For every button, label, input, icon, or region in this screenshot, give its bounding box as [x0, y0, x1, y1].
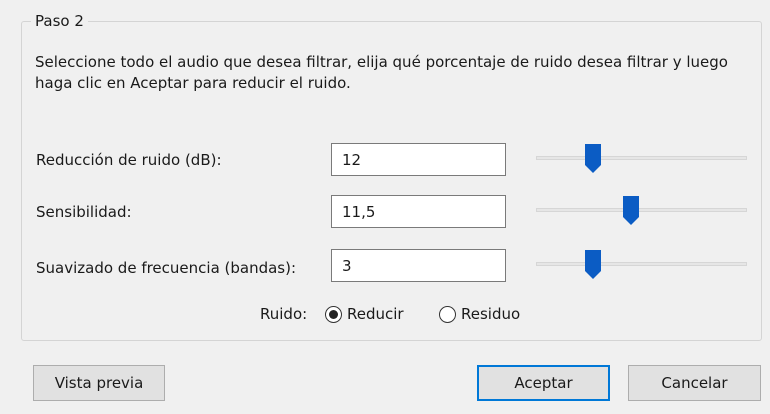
frequency-smoothing-input[interactable]	[331, 249, 506, 282]
cancel-button[interactable]: Cancelar	[628, 365, 761, 401]
instructions-text: Seleccione todo el audio que desea filtr…	[35, 53, 728, 92]
radio-reduce[interactable]: Reducir	[325, 303, 404, 325]
noise-reduction-label: Reducción de ruido (dB):	[36, 151, 222, 169]
sensitivity-label: Sensibilidad:	[36, 203, 132, 221]
slider-thumb[interactable]	[622, 196, 639, 226]
frequency-smoothing-label: Suavizado de frecuencia (bandas):	[36, 259, 297, 277]
frequency-smoothing-slider[interactable]	[536, 250, 747, 279]
slider-track	[536, 156, 747, 160]
radio-reduce-indicator[interactable]	[325, 305, 342, 323]
accept-button[interactable]: Aceptar	[477, 365, 610, 401]
preview-button[interactable]: Vista previa	[33, 365, 165, 401]
group-legend: Paso 2	[31, 10, 88, 32]
sensitivity-slider[interactable]	[536, 196, 747, 225]
slider-thumb[interactable]	[584, 250, 601, 280]
slider-track	[536, 208, 747, 212]
noise-label: Ruido:	[260, 305, 308, 323]
noise-reduction-input[interactable]	[331, 143, 506, 176]
radio-residue[interactable]: Residuo	[439, 303, 520, 325]
slider-track	[536, 262, 747, 266]
radio-residue-indicator[interactable]	[439, 305, 456, 323]
slider-thumb[interactable]	[584, 144, 601, 174]
noise-reduction-slider[interactable]	[536, 144, 747, 173]
sensitivity-input[interactable]	[331, 195, 506, 228]
radio-residue-label: Residuo	[461, 305, 521, 323]
radio-reduce-label: Reducir	[347, 305, 404, 323]
